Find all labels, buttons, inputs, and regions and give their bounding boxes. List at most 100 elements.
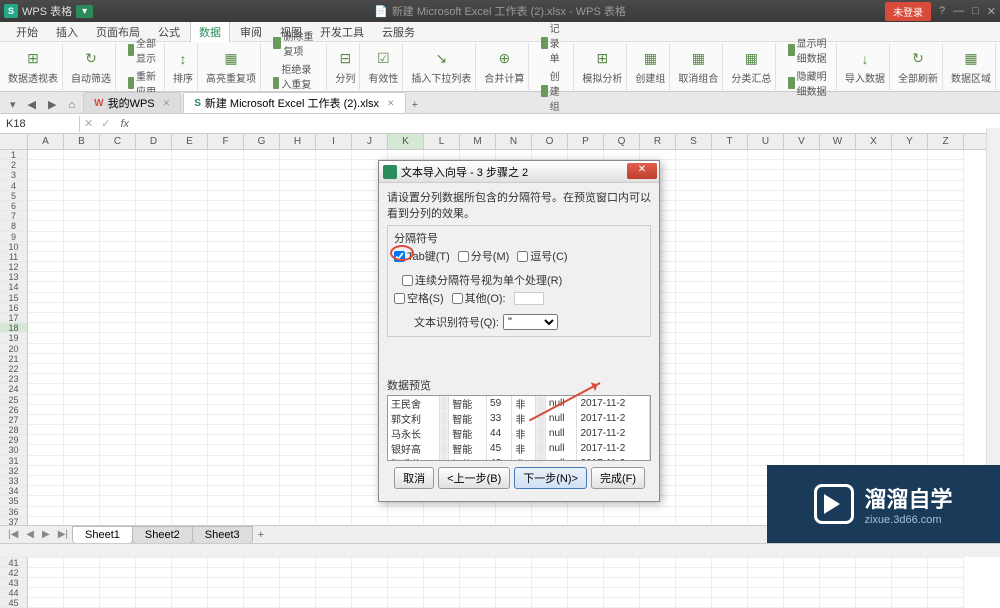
sheet-add-button[interactable]: + xyxy=(252,527,270,543)
row-header-36[interactable]: 36 xyxy=(0,507,28,517)
cell[interactable] xyxy=(892,282,928,292)
cell[interactable] xyxy=(64,466,100,476)
cell[interactable] xyxy=(748,374,784,384)
cell[interactable] xyxy=(892,160,928,170)
cell[interactable] xyxy=(748,160,784,170)
tab-close-icon[interactable]: ✕ xyxy=(387,98,395,109)
cell[interactable] xyxy=(100,262,136,272)
cell[interactable] xyxy=(856,303,892,313)
cell[interactable] xyxy=(820,578,856,588)
cell[interactable] xyxy=(208,272,244,282)
cell[interactable] xyxy=(748,425,784,435)
cell[interactable] xyxy=(748,415,784,425)
back-button[interactable]: <上一步(B) xyxy=(438,467,510,489)
col-header-K[interactable]: K xyxy=(388,134,424,149)
row-header-18[interactable]: 18 xyxy=(0,323,28,333)
cell[interactable] xyxy=(856,405,892,415)
cell[interactable] xyxy=(784,333,820,343)
cell[interactable] xyxy=(748,568,784,578)
ribbon-group-14[interactable]: ▦分类汇总 xyxy=(727,44,776,90)
cell[interactable] xyxy=(676,221,712,231)
cell[interactable] xyxy=(244,364,280,374)
cell[interactable] xyxy=(172,445,208,455)
ribbon-group-17[interactable]: ↻全部刷新 xyxy=(894,44,943,90)
cell[interactable] xyxy=(208,456,244,466)
cell[interactable] xyxy=(280,170,316,180)
cell[interactable] xyxy=(928,262,964,272)
cell[interactable] xyxy=(784,415,820,425)
cell[interactable] xyxy=(28,242,64,252)
cell[interactable] xyxy=(244,466,280,476)
cell[interactable] xyxy=(928,445,964,455)
cell[interactable] xyxy=(280,221,316,231)
cell[interactable] xyxy=(100,201,136,211)
cell[interactable] xyxy=(64,415,100,425)
cell[interactable] xyxy=(64,201,100,211)
cell[interactable] xyxy=(172,170,208,180)
cell[interactable] xyxy=(712,170,748,180)
cell[interactable] xyxy=(316,405,352,415)
cell[interactable] xyxy=(640,578,676,588)
sheet-first-icon[interactable]: |◀ xyxy=(4,529,22,540)
cell[interactable] xyxy=(892,415,928,425)
cell[interactable] xyxy=(208,395,244,405)
other-delimiter-input[interactable] xyxy=(514,292,544,305)
cell[interactable] xyxy=(28,201,64,211)
cell[interactable] xyxy=(100,293,136,303)
cell[interactable] xyxy=(532,507,568,517)
cell[interactable] xyxy=(748,211,784,221)
cell[interactable] xyxy=(676,445,712,455)
cell[interactable] xyxy=(928,170,964,180)
cell[interactable] xyxy=(820,262,856,272)
cell[interactable] xyxy=(352,568,388,578)
cell[interactable] xyxy=(784,303,820,313)
cell[interactable] xyxy=(676,568,712,578)
cell[interactable] xyxy=(676,282,712,292)
cell[interactable] xyxy=(208,282,244,292)
cell[interactable] xyxy=(244,252,280,262)
row-header-3[interactable]: 3 xyxy=(0,170,28,180)
cell[interactable] xyxy=(856,313,892,323)
cell[interactable] xyxy=(172,150,208,160)
cell[interactable] xyxy=(316,395,352,405)
cell[interactable] xyxy=(712,476,748,486)
cell[interactable] xyxy=(64,507,100,517)
cell[interactable] xyxy=(568,150,604,160)
cell[interactable] xyxy=(280,405,316,415)
minimize-icon[interactable]: — xyxy=(953,5,964,17)
cell[interactable] xyxy=(280,293,316,303)
cell[interactable] xyxy=(748,170,784,180)
col-header-P[interactable]: P xyxy=(568,134,604,149)
cell[interactable] xyxy=(64,333,100,343)
cell[interactable] xyxy=(280,344,316,354)
cell[interactable] xyxy=(676,476,712,486)
cell[interactable] xyxy=(28,221,64,231)
cell[interactable] xyxy=(820,425,856,435)
cell[interactable] xyxy=(316,221,352,231)
cell[interactable] xyxy=(208,588,244,598)
cell[interactable] xyxy=(64,242,100,252)
cell[interactable] xyxy=(676,598,712,608)
cell[interactable] xyxy=(28,323,64,333)
cell[interactable] xyxy=(676,323,712,333)
cell[interactable] xyxy=(676,374,712,384)
row-header-6[interactable]: 6 xyxy=(0,201,28,211)
cell[interactable] xyxy=(244,507,280,517)
sheet-tab-Sheet3[interactable]: Sheet3 xyxy=(192,526,253,544)
ribbon-group-12[interactable]: ▦创建组 xyxy=(631,44,670,90)
cell[interactable] xyxy=(172,364,208,374)
cell[interactable] xyxy=(244,578,280,588)
cell[interactable] xyxy=(172,486,208,496)
cell[interactable] xyxy=(928,160,964,170)
cell[interactable] xyxy=(784,374,820,384)
row-header-12[interactable]: 12 xyxy=(0,262,28,272)
cell[interactable] xyxy=(136,211,172,221)
cell[interactable] xyxy=(208,150,244,160)
cell[interactable] xyxy=(892,558,928,568)
ribbon-group-1[interactable]: ↻自动筛选 xyxy=(67,44,116,90)
cell[interactable] xyxy=(316,496,352,506)
cell[interactable] xyxy=(100,405,136,415)
cell[interactable] xyxy=(100,191,136,201)
cell[interactable] xyxy=(28,456,64,466)
sheet-tab-Sheet2[interactable]: Sheet2 xyxy=(132,526,193,544)
